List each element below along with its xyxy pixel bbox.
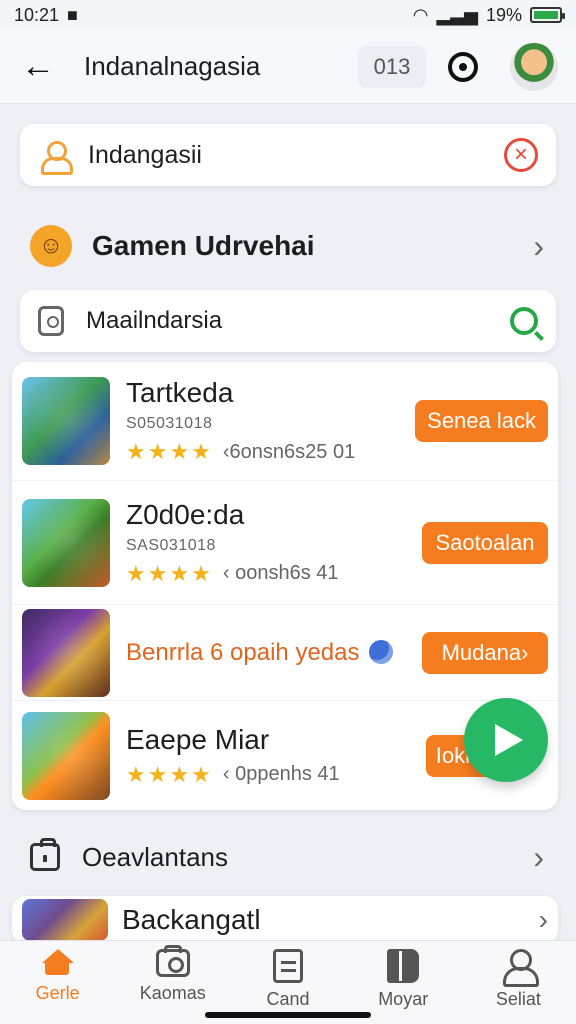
camera-icon xyxy=(155,945,190,977)
game-action-button[interactable]: Saotoalan xyxy=(422,521,548,564)
avatar[interactable] xyxy=(510,42,558,91)
nav-label: Gerle xyxy=(35,983,80,1003)
play-button[interactable] xyxy=(464,698,548,782)
game-thumbnail-3 xyxy=(22,608,110,697)
lock-icon xyxy=(38,306,64,336)
star-rating: ★★★★ xyxy=(126,761,213,787)
game-info-4: Eaepe Miar ★★★★ ‹ 0ppenhs 41 xyxy=(126,724,426,788)
document-icon xyxy=(272,949,303,983)
game-title: Eaepe Miar xyxy=(126,723,270,755)
status-left: 10:21 ■ xyxy=(14,5,78,26)
chevron-right-icon: › xyxy=(538,904,548,935)
primary-search-field[interactable]: Indangasii × xyxy=(20,124,556,186)
game-row-1[interactable]: Tartkeda S05031018 ★★★★ ‹6onsn6s25 01 Se… xyxy=(12,362,558,480)
battery-icon xyxy=(530,7,565,23)
game-thumbnail-1 xyxy=(22,377,110,465)
nav-label: Kaomas xyxy=(139,983,206,1003)
nav-item-user[interactable]: Seliat xyxy=(461,949,576,1024)
lock-status-icon: ■ xyxy=(67,4,78,25)
nav-label: Cand xyxy=(266,989,310,1009)
game-action-button[interactable]: Senea lack xyxy=(415,400,548,442)
orders-section[interactable]: Oeavlantans › xyxy=(18,826,558,888)
background-item-title: Backangatl xyxy=(122,904,261,935)
game-info-2: Z0d0e:da SAS031018 ★★★★ ‹ oonsh6s 41 xyxy=(126,499,422,587)
secondary-search-value: Maailndarsia xyxy=(86,307,223,334)
chevron-right-icon: › xyxy=(533,838,544,875)
game-rating: ★★★★ ‹ oonsh6s 41 xyxy=(126,561,422,587)
game-row-2[interactable]: Z0d0e:da SAS031018 ★★★★ ‹ oonsh6s 41 Sao… xyxy=(12,480,558,604)
game-title-text: Benrrla 6 opaih yedas xyxy=(126,638,360,666)
games-section-title: Gamen Udrvehai xyxy=(92,230,315,261)
background-item-thumbnail xyxy=(22,899,108,941)
game-info-1: Tartkeda S05031018 ★★★★ ‹6onsn6s25 01 xyxy=(126,377,415,465)
games-section-header[interactable]: ☺ Gamen Udrvehai › xyxy=(18,216,558,276)
game-subtitle: S05031018 xyxy=(126,415,213,432)
background-item-card[interactable]: Backangatl › xyxy=(12,896,558,944)
star-rating: ★★★★ xyxy=(126,560,213,586)
search-icon[interactable] xyxy=(510,307,538,335)
orders-label: Oeavlantans xyxy=(82,841,228,872)
game-row-3[interactable]: Benrrla 6 opaih yedas Mudana› xyxy=(12,604,558,700)
book-icon xyxy=(387,949,420,983)
signal-icon: ▂▃▅ xyxy=(436,4,478,25)
primary-search-value: Indangasii xyxy=(88,140,202,169)
user-icon xyxy=(503,949,540,987)
app-bar: ← Indanalnagasia 013 xyxy=(0,30,576,104)
battery-percent: 19% xyxy=(485,4,522,25)
rating-text: ‹6onsn6s25 01 xyxy=(222,440,356,463)
wifi-icon: ◠ xyxy=(412,4,429,25)
rating-text: ‹ oonsh6s 41 xyxy=(222,562,339,584)
home-icon xyxy=(41,949,74,977)
game-subtitle: SAS031018 xyxy=(126,536,216,554)
chevron-right-icon: › xyxy=(533,227,544,264)
status-time: 10:21 xyxy=(14,4,60,25)
game-info-3: Benrrla 6 opaih yedas xyxy=(126,639,422,667)
star-rating: ★★★★ xyxy=(126,439,213,464)
game-action-button[interactable]: Mudana› xyxy=(422,631,548,674)
smile-icon: ☺ xyxy=(30,225,72,267)
secondary-search-field[interactable]: Maailndarsia xyxy=(20,290,556,352)
badge-dot-icon xyxy=(369,639,394,664)
game-title: Tartkeda xyxy=(126,377,234,408)
game-rating: ★★★★ ‹ 0ppenhs 41 xyxy=(126,762,426,788)
home-indicator xyxy=(205,1012,371,1018)
game-title: Benrrla 6 opaih yedas xyxy=(126,639,422,667)
counter-badge: 013 xyxy=(358,45,426,88)
nav-item-home[interactable]: Gerle xyxy=(0,949,115,1024)
game-title: Z0d0e:da xyxy=(126,498,245,530)
game-thumbnail-2 xyxy=(22,498,110,587)
user-icon xyxy=(38,139,73,175)
nav-label: Seliat xyxy=(495,989,541,1009)
nav-label: Moyar xyxy=(378,989,429,1009)
status-right: ◠ ▂▃▅ 19% xyxy=(412,4,565,26)
game-rating: ★★★★ ‹6onsn6s25 01 xyxy=(126,439,415,465)
status-bar: 10:21 ■ ◠ ▂▃▅ 19% xyxy=(0,0,576,30)
back-button[interactable]: ← xyxy=(18,47,58,87)
rating-text: ‹ 0ppenhs 41 xyxy=(222,763,340,785)
page-title: Indanalnagasia xyxy=(84,51,261,81)
clear-search-button[interactable]: × xyxy=(504,138,538,172)
game-thumbnail-4 xyxy=(22,711,110,800)
target-icon[interactable] xyxy=(448,51,478,82)
play-icon xyxy=(495,724,523,756)
briefcase-icon xyxy=(30,838,60,871)
